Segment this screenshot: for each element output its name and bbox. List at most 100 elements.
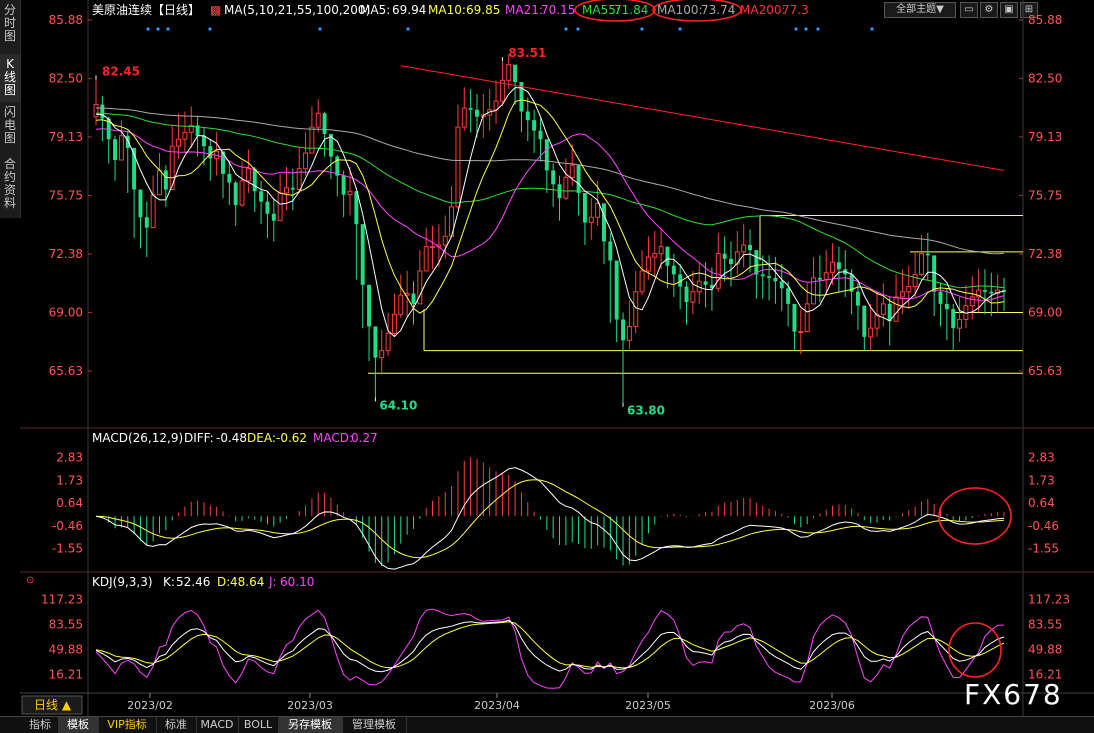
kdj-tick-label-right: 49.88 bbox=[1028, 642, 1062, 656]
kdj-settings-icon[interactable]: ⊙ bbox=[26, 575, 34, 586]
candle-body bbox=[252, 168, 257, 192]
highlight-circle-kdj bbox=[948, 622, 1002, 678]
candle-body bbox=[525, 111, 530, 121]
candle-body bbox=[367, 284, 372, 327]
candle-body bbox=[951, 309, 956, 329]
candle-body bbox=[493, 100, 499, 111]
indicator-toggle-icon[interactable]: ▩ bbox=[210, 3, 221, 17]
date-tick-label: 2023/06 bbox=[809, 699, 855, 712]
candle-body bbox=[779, 281, 784, 289]
candle-body bbox=[563, 176, 569, 199]
moving-averages bbox=[95, 65, 1005, 338]
price-tick-label-left: 85.88 bbox=[49, 13, 83, 27]
tab-save-template[interactable]: 另存模板 bbox=[278, 717, 343, 733]
kdj-k-line bbox=[95, 619, 1005, 673]
candle-body bbox=[595, 202, 601, 218]
candle-body bbox=[773, 277, 778, 282]
tab-manage-template[interactable]: 管理模板 bbox=[342, 717, 407, 733]
price-tick-label-right: 69.00 bbox=[1028, 306, 1062, 320]
ma100-legend: MA100:73.74 bbox=[657, 3, 735, 17]
ma100-line bbox=[95, 107, 1005, 255]
macd-legend: MACD(26,12,9) DIFF: -0.48 DEA: -0.62 MAC… bbox=[92, 431, 378, 445]
ma-legend-label: MA(5,10,21,55,100,200) bbox=[224, 3, 370, 17]
macd-dea-value: -0.62 bbox=[276, 431, 307, 445]
macd-tick-label-left: -1.55 bbox=[52, 541, 83, 555]
candle-body bbox=[93, 104, 99, 118]
tab-standard[interactable]: 标准 bbox=[156, 717, 197, 733]
candle-body bbox=[645, 256, 651, 272]
candle-body bbox=[544, 139, 549, 171]
candle-body bbox=[468, 108, 473, 110]
ma55-legend-value: 71.84 bbox=[614, 3, 648, 17]
tab-boll[interactable]: BOLL bbox=[238, 717, 279, 733]
candle-body bbox=[830, 261, 836, 274]
candle-body bbox=[532, 120, 537, 131]
ma5-legend-name: MA5: bbox=[360, 3, 390, 17]
kdj-k-name: K: bbox=[163, 575, 175, 589]
macd-tick-label-right: -0.46 bbox=[1028, 519, 1059, 533]
kdj-tick-label-left: 117.23 bbox=[41, 593, 83, 607]
macd-tick-label-right: -1.55 bbox=[1028, 541, 1059, 555]
candle-body bbox=[557, 184, 562, 199]
candle-body bbox=[506, 64, 512, 81]
tab-macd[interactable]: MACD bbox=[196, 717, 239, 733]
chart-canvas[interactable]: 美原油连续【日线】 ▩ MA(5,10,21,55,100,200) MA5: 6… bbox=[0, 0, 1094, 716]
price-tick-label-left: 75.75 bbox=[49, 189, 83, 203]
tab-template[interactable]: 模板 bbox=[58, 717, 99, 733]
candle-body bbox=[906, 286, 912, 293]
kdj-title: KDJ(9,3,3) bbox=[92, 575, 153, 589]
candle-body bbox=[144, 217, 149, 228]
tab-label: VIP指标 bbox=[107, 718, 147, 731]
date-tick-label: 2023/04 bbox=[474, 699, 520, 712]
price-tick-label-right: 75.75 bbox=[1028, 189, 1062, 203]
ma5-legend: MA5: 69.94 bbox=[360, 3, 426, 17]
candle-body bbox=[227, 173, 232, 183]
kdj-tick-label-right: 83.55 bbox=[1028, 618, 1062, 632]
main-chart-title: 美原油连续【日线】 bbox=[92, 2, 200, 17]
event-dot bbox=[156, 27, 160, 31]
candle-body bbox=[475, 109, 479, 117]
event-dot bbox=[870, 27, 874, 31]
ma21-line bbox=[95, 128, 1005, 301]
ma10-legend-name: MA10: bbox=[428, 3, 466, 17]
candle-body bbox=[118, 135, 124, 161]
candle-body bbox=[798, 331, 804, 334]
event-dot bbox=[564, 27, 568, 31]
candle-body bbox=[862, 305, 867, 337]
ma5-legend-value: 69.94 bbox=[392, 3, 426, 17]
candle-body bbox=[430, 246, 435, 249]
candle-body bbox=[290, 187, 295, 190]
trading-chart-window: 分时图 K线图 闪电图 合约资料 全部主题▼ ▭ ⚙ ▣ ⊞ 美原油连续【日线】… bbox=[0, 0, 1094, 733]
ma200-legend: MA200:77.3 bbox=[740, 3, 809, 17]
candle-body bbox=[608, 241, 613, 261]
tab-label: 标准 bbox=[165, 718, 187, 731]
candle-body bbox=[621, 319, 625, 341]
candle-body bbox=[944, 303, 949, 310]
candle-body bbox=[125, 135, 130, 148]
event-dot bbox=[208, 27, 212, 31]
macd-dea-name: DEA: bbox=[247, 431, 276, 445]
candle-body bbox=[658, 246, 664, 255]
candle-body bbox=[868, 327, 874, 338]
candle-body bbox=[715, 253, 721, 289]
tab-indicator[interactable]: 指标 bbox=[22, 717, 59, 733]
ma100-legend-name: MA100: bbox=[657, 3, 703, 17]
macd-plot bbox=[95, 457, 1005, 570]
macd-diff-value: -0.48 bbox=[216, 431, 247, 445]
candle-body bbox=[836, 262, 841, 270]
candle-body bbox=[271, 213, 276, 221]
price-annotation-label: 64.10 bbox=[379, 398, 417, 412]
kdj-k-value: 52.46 bbox=[176, 575, 210, 589]
price-annotation-label: 83.51 bbox=[508, 46, 546, 60]
candle-body bbox=[989, 291, 994, 294]
candle-body bbox=[957, 318, 963, 329]
candle-body bbox=[341, 175, 346, 195]
candle-body bbox=[804, 303, 810, 333]
tab-vip-indicator[interactable]: VIP指标 bbox=[98, 717, 157, 733]
ma21-legend-name: MA21: bbox=[505, 3, 543, 17]
candle-body bbox=[201, 135, 206, 147]
price-tick-label-left: 79.13 bbox=[49, 130, 83, 144]
candle-body bbox=[538, 130, 543, 140]
candle-body bbox=[569, 164, 575, 178]
candle-body bbox=[925, 253, 930, 256]
